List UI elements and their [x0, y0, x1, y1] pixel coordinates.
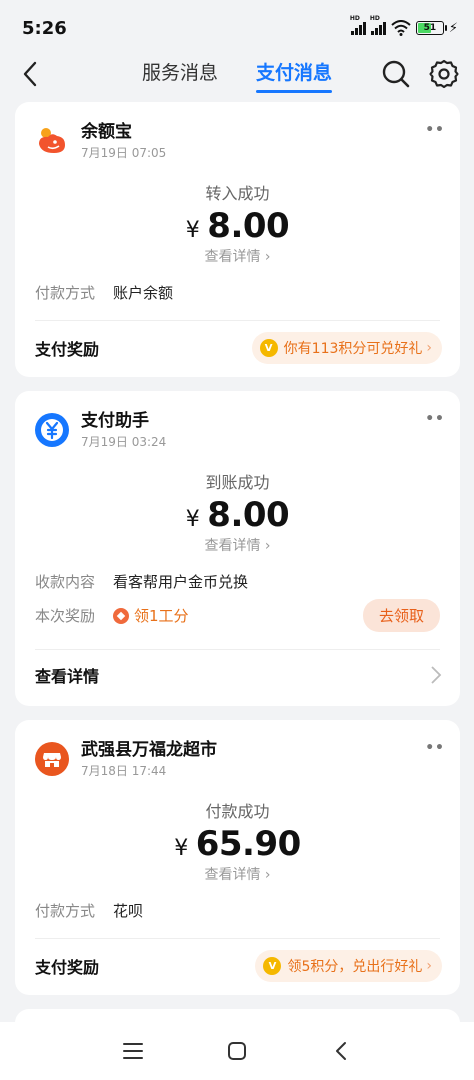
yuebao-logo-icon	[35, 124, 69, 158]
more-options-button[interactable]: • •	[425, 122, 444, 138]
gongfen-icon	[113, 607, 129, 624]
reward-row[interactable]: 支付奖励 V 你有113积分可兑好礼 ›	[35, 332, 442, 364]
field-key: 付款方式	[35, 902, 96, 920]
merchant-name: 支付助手	[81, 411, 149, 431]
payment-method-row: 付款方式 账户余额	[35, 282, 440, 303]
amount-block: 付款成功 ¥65.90 查看详情 ›	[15, 798, 460, 884]
transaction-status: 付款成功	[205, 802, 270, 821]
more-options-button[interactable]: • •	[425, 740, 444, 756]
chevron-right-icon: ›	[426, 340, 432, 356]
charging-icon: ⚡	[448, 20, 458, 36]
reward-pill[interactable]: V 你有113积分可兑好礼 ›	[251, 332, 442, 364]
divider	[35, 938, 440, 939]
footer-label: 查看详情	[35, 667, 100, 686]
view-details-row[interactable]: 查看详情	[35, 663, 442, 687]
payment-card[interactable]: 支付助手 7月19日 03:24 • • 到账成功 ¥8.00 查看详情 › 收…	[15, 391, 460, 706]
points-coin-icon: V	[259, 339, 278, 357]
chevron-right-icon: ›	[264, 538, 271, 554]
system-navigation-bar	[0, 1022, 474, 1080]
home-square-icon	[228, 1042, 246, 1060]
amount-value: 65.90	[195, 824, 302, 864]
home-button[interactable]	[224, 1040, 250, 1062]
signal-icon: HD	[370, 15, 386, 35]
transaction-status: 转入成功	[205, 184, 270, 203]
field-key: 本次奖励	[35, 607, 96, 625]
card-header: 武强县万福龙超市 7月18日 17:44	[35, 738, 217, 780]
points-coin-icon: V	[263, 957, 282, 975]
message-time: 7月19日 03:24	[81, 435, 167, 449]
amount-value: 8.00	[207, 495, 290, 535]
payment-assistant-logo-icon	[35, 413, 69, 447]
message-time: 7月18日 17:44	[81, 764, 167, 778]
recent-apps-button[interactable]	[120, 1040, 146, 1062]
search-icon	[382, 60, 410, 88]
reward-text: 领5积分，兑出行好礼	[287, 959, 423, 975]
wifi-icon	[391, 20, 411, 36]
settings-button[interactable]	[428, 58, 460, 90]
payment-card[interactable]: 武强县万福龙超市 7月18日 17:44 • • 付款成功 ¥65.90 查看详…	[15, 720, 460, 995]
menu-icon	[123, 1043, 143, 1059]
status-bar: 5:26 HD HD 51 ⚡	[0, 0, 474, 52]
merchant-name: 余额宝	[81, 122, 132, 142]
payment-card[interactable]: 余额宝 7月19日 07:05 • • 转入成功 ¥8.00 查看详情 › 付款…	[15, 102, 460, 377]
footer-label: 支付奖励	[35, 340, 100, 359]
reward-value: 领1工分	[113, 605, 189, 626]
transaction-amount: ¥8.00	[15, 206, 460, 246]
back-triangle-icon	[336, 1042, 346, 1060]
view-details-link[interactable]: 查看详情 ›	[15, 864, 460, 884]
chevron-right-icon: ›	[264, 867, 271, 883]
field-value: 花呗	[113, 902, 144, 920]
card-header: 支付助手 7月19日 03:24	[35, 409, 166, 451]
reward-text: 你有113积分可兑好礼	[283, 341, 423, 357]
transaction-status: 到账成功	[205, 473, 270, 492]
reward-pill[interactable]: V 领5积分，兑出行好礼 ›	[255, 950, 442, 982]
reward-row[interactable]: 支付奖励 V 领5积分，兑出行好礼 ›	[35, 950, 442, 982]
amount-block: 到账成功 ¥8.00 查看详情 ›	[15, 469, 460, 555]
view-details-link[interactable]: 查看详情 ›	[15, 246, 460, 266]
card-header: 余额宝 7月19日 07:05	[35, 120, 166, 162]
receipt-content-row: 收款内容 看客帮用户金币兑换	[35, 571, 440, 592]
field-key: 付款方式	[35, 284, 96, 302]
chevron-right-icon: ›	[426, 958, 432, 974]
chevron-right-icon: ›	[264, 249, 271, 265]
field-value: 看客帮用户金币兑换	[113, 573, 249, 591]
payment-method-row: 付款方式 花呗	[35, 900, 440, 921]
divider	[35, 649, 440, 650]
battery-icon: 51	[415, 21, 447, 35]
status-time: 5:26	[22, 18, 67, 39]
currency-symbol: ¥	[185, 507, 200, 532]
tab-service-messages[interactable]: 服务消息	[142, 58, 218, 93]
header: 服务消息 支付消息	[0, 52, 474, 98]
system-back-button[interactable]	[328, 1040, 354, 1062]
tab-payment-messages[interactable]: 支付消息	[256, 58, 333, 93]
chevron-right-icon	[431, 666, 442, 684]
gear-icon	[429, 59, 459, 89]
amount-block: 转入成功 ¥8.00 查看详情 ›	[15, 180, 460, 266]
field-value: 账户余额	[113, 284, 174, 302]
store-logo-icon	[35, 742, 69, 776]
transaction-amount: ¥65.90	[15, 824, 460, 864]
signal-icon: HD	[350, 15, 366, 35]
currency-symbol: ¥	[174, 836, 188, 861]
currency-symbol: ¥	[185, 218, 200, 243]
transaction-amount: ¥8.00	[15, 495, 460, 535]
search-button[interactable]	[380, 58, 412, 90]
merchant-name: 武强县万福龙超市	[81, 740, 217, 760]
battery-level: 51	[423, 23, 437, 33]
footer-label: 支付奖励	[35, 958, 100, 977]
message-time: 7月19日 07:05	[81, 146, 167, 160]
divider	[35, 320, 440, 321]
more-options-button[interactable]: • •	[425, 411, 444, 427]
view-details-link[interactable]: 查看详情 ›	[15, 535, 460, 555]
field-key: 收款内容	[35, 573, 96, 591]
status-icons: HD HD 51 ⚡	[350, 15, 458, 37]
reward-row: 本次奖励 领1工分 去领取	[35, 599, 440, 632]
amount-value: 8.00	[207, 206, 290, 246]
claim-button[interactable]: 去领取	[362, 599, 440, 632]
